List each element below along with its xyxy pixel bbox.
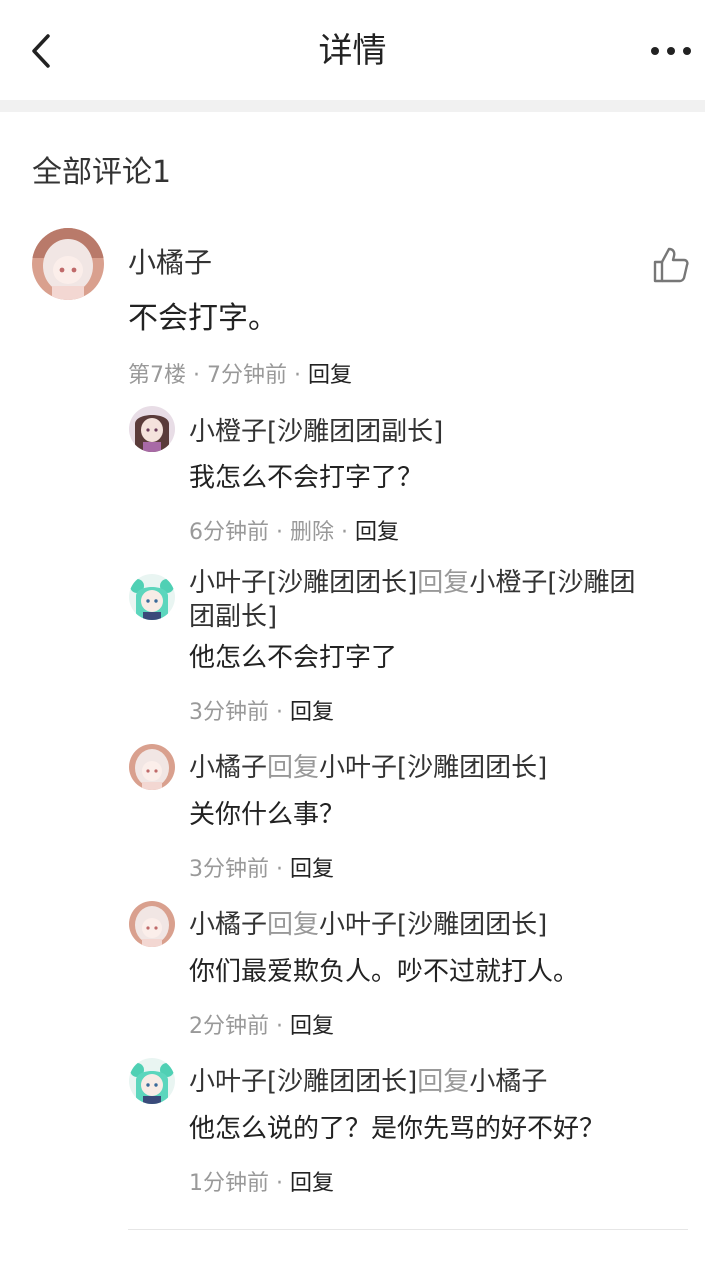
reply-meta: 6分钟前 · 删除 · 回复 (189, 520, 399, 545)
avatar[interactable] (32, 228, 104, 300)
reply-text: 关你什么事？ (189, 800, 346, 830)
comment-author[interactable]: 小橘子 (128, 244, 212, 282)
reply-meta: 3分钟前 · 回复 (189, 700, 334, 725)
reply-button[interactable]: 回复 (290, 1014, 334, 1039)
reply-author: 小橙子[沙雕团团副长] (189, 417, 444, 447)
more-dots-icon (651, 47, 691, 55)
comment-detail-page: 详情 全部评论1 小橘子 不会打字。 第7楼 · 7分钟前 · 回复 小橙子[沙… (0, 0, 705, 1262)
avatar[interactable] (129, 406, 175, 452)
avatar-girl-pink-icon (32, 228, 104, 300)
floor-label: 第7楼 (128, 363, 186, 388)
like-button[interactable] (652, 246, 690, 284)
reply-button[interactable]: 回复 (355, 520, 399, 545)
avatar-girl-pink-icon (129, 744, 175, 790)
reply-meta: 2分钟前 · 回复 (189, 1014, 334, 1039)
comment-meta: 第7楼 · 7分钟前 · 回复 (128, 363, 352, 388)
avatar[interactable] (129, 574, 175, 620)
all-comments-heading: 全部评论1 (32, 155, 172, 190)
reply-author: 小叶子[沙雕团团长]回复小橙子[沙雕团团副长] (189, 568, 636, 632)
reply-button[interactable]: 回复 (290, 700, 334, 725)
reply-meta: 3分钟前 · 回复 (189, 857, 334, 882)
avatar-girl-green-icon (129, 574, 175, 620)
timestamp: 1分钟前 (189, 1171, 269, 1196)
avatar-girl-pink-icon (129, 901, 175, 947)
reply-author: 小橘子回复小叶子[沙雕团团长] (189, 910, 548, 940)
comment-divider (128, 1229, 688, 1230)
avatar[interactable] (129, 901, 175, 947)
timestamp: 7分钟前 (206, 363, 287, 388)
timestamp: 3分钟前 (189, 700, 269, 725)
reply-button[interactable]: 回复 (308, 363, 352, 388)
thumbs-up-icon (653, 247, 689, 283)
section-divider (0, 100, 705, 112)
reply-text: 他怎么不会打字了 (189, 643, 398, 673)
reply-button[interactable]: 回复 (290, 1171, 334, 1196)
top-bar: 详情 (0, 0, 705, 100)
reply-meta: 1分钟前 · 回复 (189, 1171, 334, 1196)
more-button[interactable] (645, 36, 697, 66)
comment-text: 不会打字。 (128, 301, 278, 336)
page-title: 详情 (318, 31, 387, 71)
timestamp: 3分钟前 (189, 857, 269, 882)
reply-text: 我怎么不会打字了？ (189, 463, 424, 493)
reply-button[interactable]: 回复 (290, 857, 334, 882)
avatar-girl-brown-icon (129, 406, 175, 452)
reply-author: 小橘子回复小叶子[沙雕团团长] (189, 753, 548, 783)
avatar[interactable] (129, 1058, 175, 1104)
avatar[interactable] (129, 744, 175, 790)
avatar-girl-green-icon (129, 1058, 175, 1104)
delete-button[interactable]: 删除 (290, 520, 334, 545)
reply-author: 小叶子[沙雕团团长]回复小橘子 (189, 1067, 548, 1097)
reply-text: 你们最爱欺负人。吵不过就打人。 (189, 957, 580, 987)
timestamp: 2分钟前 (189, 1014, 269, 1039)
timestamp: 6分钟前 (189, 520, 269, 545)
reply-text: 他怎么说的了？是你先骂的好不好？ (189, 1114, 606, 1144)
